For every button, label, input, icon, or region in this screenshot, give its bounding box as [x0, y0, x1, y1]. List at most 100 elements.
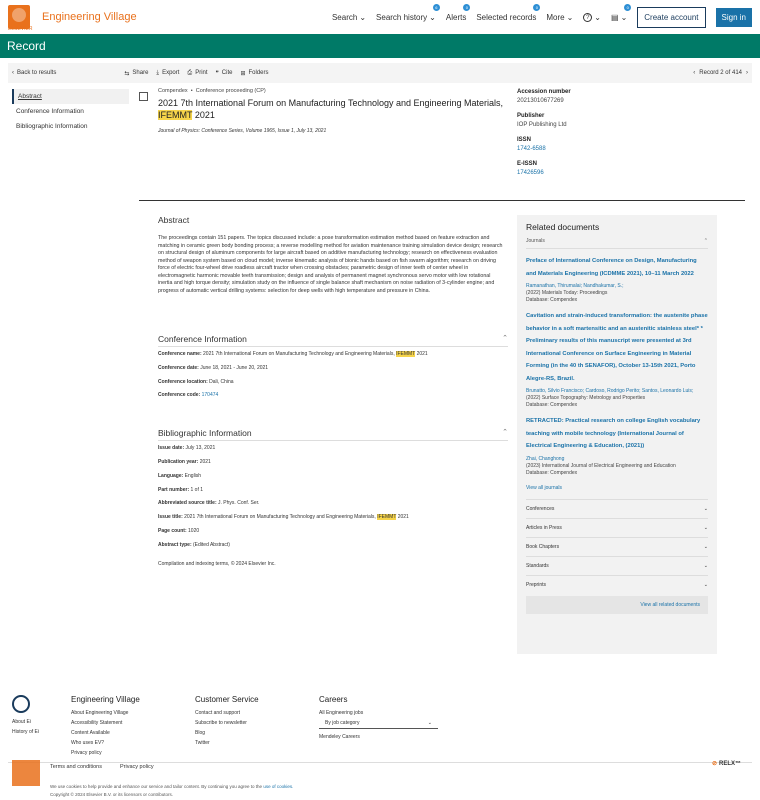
- selected-records-badge: 0: [533, 3, 541, 11]
- title-main: 2021 7th International Forum on Manufact…: [158, 98, 504, 108]
- ei-logo-icon[interactable]: [12, 695, 30, 713]
- chevron-down-icon: ⌄: [703, 581, 708, 588]
- cookie-link[interactable]: use of cookies.: [263, 784, 293, 789]
- category-conferences[interactable]: Conferences ⌄: [526, 498, 708, 518]
- footer-link[interactable]: Content Available: [71, 728, 140, 738]
- nav-alerts[interactable]: Alerts 0: [446, 3, 471, 22]
- elsevier-logo-icon[interactable]: [12, 760, 40, 786]
- field-value: Dali, China: [209, 379, 234, 385]
- chevron-up-icon[interactable]: ⌃: [704, 238, 708, 244]
- footer-link[interactable]: Mendeley Careers: [319, 732, 438, 742]
- create-account-button[interactable]: Create account: [637, 6, 706, 28]
- chevron-down-icon: ⌄: [566, 12, 574, 22]
- eissn-link[interactable]: 17426596: [517, 170, 717, 176]
- record-pager: ‹ Record 2 of 414 ›: [693, 70, 748, 76]
- related-doc-authors[interactable]: Zhai, Changhong: [526, 455, 708, 463]
- title-year: 2021: [194, 110, 215, 120]
- record-metadata: Accession number 20213010677269 Publishe…: [517, 89, 717, 185]
- nav-search[interactable]: Search ⌄: [332, 13, 366, 22]
- related-categories: Conferences ⌄ Articles in Press ⌄ Book Cha…: [526, 498, 708, 594]
- category-articles-in-press[interactable]: Articles in Press ⌄: [526, 517, 708, 537]
- terms-link[interactable]: Terms and conditions: [50, 764, 102, 770]
- related-doc: RETRACTED: Practical research on college…: [526, 415, 708, 477]
- help-icon[interactable]: ?: [583, 12, 593, 22]
- select-record-checkbox[interactable]: [139, 92, 148, 101]
- footer-link[interactable]: Accessibility Statement: [71, 718, 140, 728]
- nav-selected-records-label[interactable]: Selected records: [476, 13, 536, 22]
- conference-code-link[interactable]: 170474: [202, 392, 219, 398]
- export-button[interactable]: ⤓ Export: [156, 70, 179, 77]
- footer-link[interactable]: History of Ei: [12, 727, 39, 737]
- field-label: Conference code:: [158, 392, 201, 398]
- footer-link[interactable]: Twitter: [195, 738, 259, 748]
- chevron-up-icon[interactable]: ⌃: [502, 334, 508, 344]
- biblio-heading-row[interactable]: Bibliographic Information ⌃: [158, 428, 508, 438]
- nav-alerts-label[interactable]: Alerts: [446, 13, 466, 22]
- related-doc-authors[interactable]: Ramanathan, Thirumalai; Nandhakumar, S.;: [526, 282, 708, 290]
- section-nav-bibliographic[interactable]: Bibliographic Information: [12, 119, 129, 134]
- next-record-icon[interactable]: ›: [746, 70, 748, 76]
- search-history-badge: 6: [432, 3, 440, 11]
- folders-button[interactable]: ⊞ Folders: [240, 70, 268, 77]
- chevron-down-icon: ⌄: [359, 12, 367, 22]
- privacy-link[interactable]: Privacy policy: [120, 764, 154, 770]
- folders-label[interactable]: Folders: [249, 70, 269, 76]
- footer-link[interactable]: All Engineering jobs: [319, 708, 438, 718]
- view-all-journals-link[interactable]: View all journals: [526, 485, 708, 491]
- view-all-related-button[interactable]: View all related documents: [526, 595, 708, 614]
- footer-col-careers: Careers All Engineering jobs By job cate…: [319, 695, 438, 742]
- toolbar-actions: ⇆ Share ⤓ Export ⎙ Print ❞ Cite ⊞ Folders: [124, 70, 276, 77]
- print-label[interactable]: Print: [195, 70, 207, 76]
- brand-logo[interactable]: ELSEVIER Engineering Village: [8, 5, 137, 32]
- prev-record-icon[interactable]: ‹: [693, 70, 695, 76]
- category-preprints[interactable]: Preprints ⌄: [526, 574, 708, 594]
- sign-in-button[interactable]: Sign in: [715, 7, 752, 27]
- brand-name[interactable]: Engineering Village: [42, 11, 137, 23]
- cite-button[interactable]: ❞ Cite: [216, 70, 233, 77]
- category-label: Book Chapters: [526, 543, 560, 550]
- footer-link[interactable]: About Engineering Village: [71, 708, 140, 718]
- footer-link[interactable]: Blog: [195, 728, 259, 738]
- related-doc-title[interactable]: Cavitation and strain-induced transforma…: [526, 310, 708, 385]
- category-standards[interactable]: Standards ⌄: [526, 555, 708, 575]
- section-nav-abstract[interactable]: Abstract: [12, 89, 129, 104]
- footer-link[interactable]: About Ei: [12, 717, 39, 727]
- nav-more-label[interactable]: More: [546, 13, 564, 22]
- chevron-up-icon[interactable]: ⌃: [502, 428, 508, 438]
- footer-link[interactable]: Contact and support: [195, 708, 259, 718]
- field-value: English: [184, 473, 202, 479]
- help-menu[interactable]: ? ⌄: [583, 12, 601, 22]
- share-button[interactable]: ⇆ Share: [124, 70, 148, 77]
- section-nav-conference[interactable]: Conference Information: [12, 104, 129, 119]
- nav-more[interactable]: More ⌄: [546, 13, 573, 22]
- share-label[interactable]: Share: [132, 70, 148, 76]
- back-to-results-link[interactable]: ‹ Back to results: [12, 70, 56, 76]
- conference-code-field: Conference code: 170474: [158, 392, 218, 398]
- job-category-select[interactable]: By job category ⌄: [319, 718, 438, 729]
- related-doc-title[interactable]: RETRACTED: Practical research on college…: [526, 415, 708, 453]
- nav-selected-records[interactable]: Selected records 0: [476, 3, 541, 22]
- footer-link[interactable]: Who uses EV?: [71, 738, 140, 748]
- category-book-chapters[interactable]: Book Chapters ⌄: [526, 536, 708, 556]
- journals-accordion[interactable]: Journals ⌃: [526, 238, 708, 249]
- footer-link[interactable]: Subscribe to newsletter: [195, 718, 259, 728]
- print-button[interactable]: ⎙ Print: [187, 70, 207, 77]
- conference-date-field: Conference date: June 18, 2021 - June 20…: [158, 365, 268, 371]
- nav-search-history[interactable]: Search history ⌄ 6: [376, 3, 440, 22]
- nav-search-history-label[interactable]: Search history: [376, 13, 427, 22]
- footer-link[interactable]: Privacy policy: [71, 748, 140, 758]
- conference-heading-row[interactable]: Conference Information ⌃: [158, 334, 508, 344]
- related-doc-title[interactable]: Preface of International Conference on D…: [526, 255, 708, 280]
- record-title-text: 2021 7th International Forum on Manufact…: [158, 97, 508, 121]
- nav-search-label[interactable]: Search: [332, 13, 357, 22]
- export-label[interactable]: Export: [162, 70, 179, 76]
- related-doc-authors[interactable]: Brunatto, Silvio Francisco; Cardoso, Rod…: [526, 387, 708, 395]
- folder-icon[interactable]: ▤: [611, 13, 619, 22]
- record-toolbar: ‹ Back to results ⇆ Share ⤓ Export ⎙ Print ❞…: [8, 63, 752, 83]
- folders-menu[interactable]: ▤ ⌄ 0: [611, 3, 632, 22]
- back-label[interactable]: Back to results: [17, 70, 56, 76]
- cite-label[interactable]: Cite: [222, 70, 233, 76]
- issn-link[interactable]: 1742-6588: [517, 146, 717, 152]
- relx-logo[interactable]: RELX™: [712, 760, 741, 767]
- field-value: 2021 7th International Forum on Manufact…: [203, 351, 395, 357]
